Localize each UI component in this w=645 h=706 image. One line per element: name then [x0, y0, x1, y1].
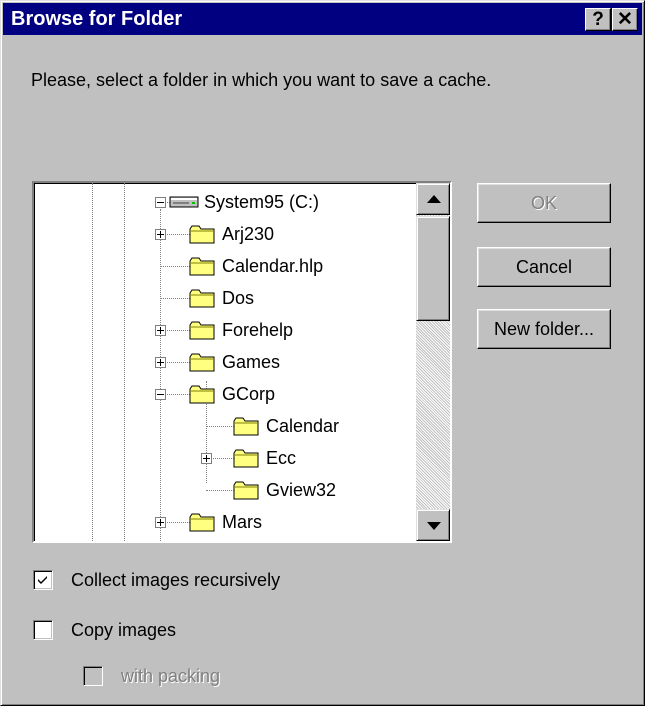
expand-icon[interactable] [155, 325, 166, 336]
cancel-button[interactable]: Cancel [477, 247, 611, 287]
checkmark-icon [38, 576, 47, 584]
collect-recursively-checkbox[interactable] [33, 570, 53, 590]
folder-icon [189, 353, 215, 372]
tree-node-label: Forehelp [222, 320, 294, 340]
folder-icon [189, 289, 215, 308]
folder-tree[interactable]: System95 (C:) Arj230 Calendar.hlp Dos Fo… [32, 181, 452, 543]
instruction-text: Please, select a folder in which you wan… [31, 70, 492, 90]
expand-icon[interactable] [155, 357, 166, 368]
up-arrow-icon [427, 195, 441, 203]
with-packing-checkbox[interactable] [83, 666, 103, 686]
tree-node-label: Games [222, 352, 281, 372]
scroll-down-button[interactable] [416, 509, 450, 541]
tree-node-calendar-hlp[interactable]: Calendar.hlp [34, 251, 414, 281]
title-bar[interactable]: Browse for Folder ? ✕ [3, 3, 642, 35]
close-button[interactable]: ✕ [612, 8, 638, 31]
folder-icon [189, 321, 215, 340]
new-folder-button[interactable]: New folder... [477, 309, 611, 349]
copy-images-option[interactable]: Copy images [33, 619, 253, 643]
tree-node-arj230[interactable]: Arj230 [34, 219, 414, 249]
collapse-icon[interactable] [155, 197, 166, 208]
collect-recursively-label: Collect images recursively [71, 570, 281, 590]
tree-node-label: Arj230 [222, 224, 275, 244]
expand-icon[interactable] [201, 453, 212, 464]
down-arrow-icon [427, 522, 441, 530]
tree-node-label: Gview32 [266, 480, 337, 500]
expand-icon[interactable] [155, 229, 166, 240]
tree-node-label: Dos [222, 288, 255, 308]
ok-button[interactable]: OK [477, 183, 611, 223]
tree-node-label: System95 (C:) [204, 192, 320, 212]
scroll-up-button[interactable] [416, 183, 450, 215]
folder-icon [189, 225, 215, 244]
tree-node-gview32[interactable]: Gview32 [34, 475, 414, 505]
tree-node-calendar[interactable]: Calendar [34, 411, 414, 441]
folder-icon [189, 385, 215, 404]
folder-tree-content[interactable]: System95 (C:) Arj230 Calendar.hlp Dos Fo… [34, 183, 414, 541]
hard-drive-icon [169, 196, 199, 208]
scrollbar-thumb[interactable] [416, 216, 450, 321]
tree-node-label: GCorp [222, 384, 276, 404]
expand-icon[interactable] [155, 517, 166, 528]
help-button[interactable]: ? [585, 8, 611, 31]
vertical-scrollbar[interactable] [416, 183, 450, 541]
tree-node-ecc[interactable]: Ecc [34, 443, 414, 473]
with-packing-option[interactable]: with packing [83, 665, 283, 689]
folder-icon [233, 417, 259, 436]
tree-node-label: Calendar [266, 416, 340, 436]
tree-node-dos[interactable]: Dos [34, 283, 414, 313]
tree-node-forehelp[interactable]: Forehelp [34, 315, 414, 345]
browse-for-folder-dialog: Browse for Folder ? ✕ Please, select a f… [0, 0, 645, 706]
tree-node-mars[interactable]: Mars [34, 507, 414, 537]
collapse-icon[interactable] [155, 389, 166, 400]
collect-recursively-option[interactable]: Collect images recursively [33, 569, 353, 593]
folder-icon [233, 449, 259, 468]
dialog-title: Browse for Folder [11, 8, 183, 30]
folder-icon [189, 513, 215, 532]
tree-node-drive[interactable]: System95 (C:) [34, 187, 414, 217]
copy-images-label: Copy images [71, 620, 177, 640]
tree-node-label: Ecc [266, 448, 297, 468]
with-packing-label: with packing [121, 666, 221, 686]
tree-node-gcorp[interactable]: GCorp [34, 379, 414, 409]
tree-node-label: Mars [222, 512, 262, 532]
folder-icon [233, 481, 259, 500]
folder-icon [189, 257, 215, 276]
copy-images-checkbox[interactable] [33, 620, 53, 640]
tree-node-label: Calendar.hlp [222, 256, 324, 276]
tree-node-games[interactable]: Games [34, 347, 414, 377]
